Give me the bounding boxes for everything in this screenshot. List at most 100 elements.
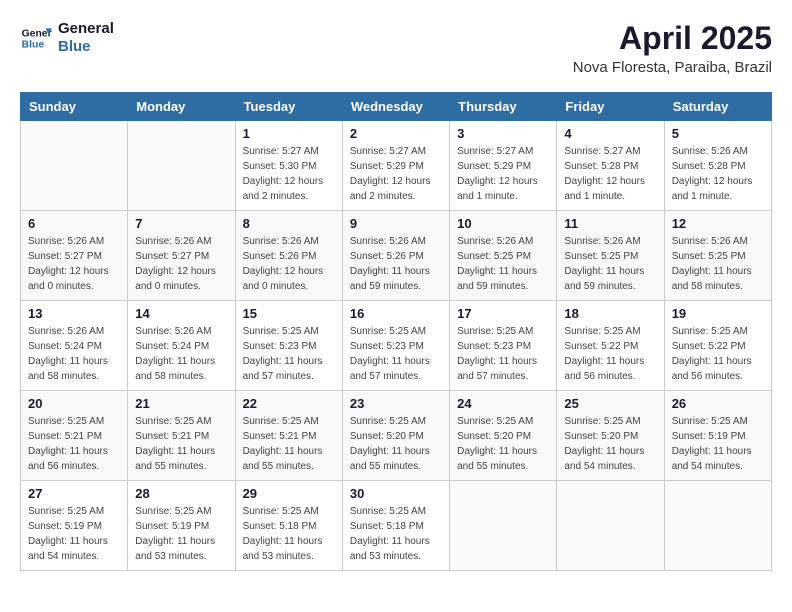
calendar-cell <box>128 121 235 211</box>
day-number: 25 <box>564 396 656 411</box>
day-info: Sunrise: 5:25 AM Sunset: 5:22 PM Dayligh… <box>564 324 656 384</box>
day-info: Sunrise: 5:26 AM Sunset: 5:27 PM Dayligh… <box>28 234 120 294</box>
title-block: April 2025 Nova Floresta, Paraiba, Brazi… <box>573 20 772 76</box>
day-number: 20 <box>28 396 120 411</box>
weekday-header-friday: Friday <box>557 93 664 121</box>
day-number: 19 <box>672 306 764 321</box>
calendar-cell: 13 Sunrise: 5:26 AM Sunset: 5:24 PM Dayli… <box>21 301 128 391</box>
day-number: 1 <box>243 126 335 141</box>
day-info: Sunrise: 5:25 AM Sunset: 5:22 PM Dayligh… <box>672 324 764 384</box>
calendar-week-row: 13 Sunrise: 5:26 AM Sunset: 5:24 PM Dayli… <box>21 301 772 391</box>
day-number: 21 <box>135 396 227 411</box>
calendar-cell: 22Sunrise: 5:25 AM Sunset: 5:21 PM Dayli… <box>235 391 342 481</box>
calendar-cell: 27Sunrise: 5:25 AM Sunset: 5:19 PM Dayli… <box>21 481 128 571</box>
day-number: 13 <box>28 306 120 321</box>
location-title: Nova Floresta, Paraiba, Brazil <box>573 59 772 76</box>
calendar-cell: 6 Sunrise: 5:26 AM Sunset: 5:27 PM Daylig… <box>21 211 128 301</box>
weekday-header-thursday: Thursday <box>450 93 557 121</box>
day-number: 5 <box>672 126 764 141</box>
calendar-cell: 30 Sunrise: 5:25 AM Sunset: 5:18 PM Dayli… <box>342 481 449 571</box>
day-number: 3 <box>457 126 549 141</box>
day-info: Sunrise: 5:26 AM Sunset: 5:26 PM Dayligh… <box>243 234 335 294</box>
day-info: Sunrise: 5:25 AM Sunset: 5:23 PM Dayligh… <box>457 324 549 384</box>
day-info: Sunrise: 5:25 AM Sunset: 5:23 PM Dayligh… <box>243 324 335 384</box>
calendar-cell <box>557 481 664 571</box>
calendar-cell: 26 Sunrise: 5:25 AM Sunset: 5:19 PM Dayli… <box>664 391 771 481</box>
day-info: Sunrise: 5:25 AM Sunset: 5:21 PM Dayligh… <box>243 414 335 474</box>
weekday-header-row: SundayMondayTuesdayWednesdayThursdayFrid… <box>21 93 772 121</box>
calendar-cell: 7 Sunrise: 5:26 AM Sunset: 5:27 PM Daylig… <box>128 211 235 301</box>
day-number: 30 <box>350 486 442 501</box>
day-info: Sunrise: 5:26 AM Sunset: 5:27 PM Dayligh… <box>135 234 227 294</box>
calendar-cell: 8 Sunrise: 5:26 AM Sunset: 5:26 PM Daylig… <box>235 211 342 301</box>
day-number: 7 <box>135 216 227 231</box>
calendar-cell: 21 Sunrise: 5:25 AM Sunset: 5:21 PM Dayli… <box>128 391 235 481</box>
day-info: Sunrise: 5:25 AM Sunset: 5:21 PM Dayligh… <box>28 414 120 474</box>
calendar-week-row: 20 Sunrise: 5:25 AM Sunset: 5:21 PM Dayli… <box>21 391 772 481</box>
calendar-cell: 17 Sunrise: 5:25 AM Sunset: 5:23 PM Dayli… <box>450 301 557 391</box>
day-info: Sunrise: 5:26 AM Sunset: 5:25 PM Dayligh… <box>457 234 549 294</box>
day-info: Sunrise: 5:25 AM Sunset: 5:19 PM Dayligh… <box>672 414 764 474</box>
day-info: Sunrise: 5:25 AM Sunset: 5:18 PM Dayligh… <box>350 504 442 564</box>
day-number: 16 <box>350 306 442 321</box>
day-info: Sunrise: 5:26 AM Sunset: 5:24 PM Dayligh… <box>28 324 120 384</box>
calendar-cell: 12Sunrise: 5:26 AM Sunset: 5:25 PM Dayli… <box>664 211 771 301</box>
weekday-header-monday: Monday <box>128 93 235 121</box>
day-number: 2 <box>350 126 442 141</box>
calendar-cell <box>664 481 771 571</box>
day-number: 11 <box>564 216 656 231</box>
day-info: Sunrise: 5:25 AM Sunset: 5:18 PM Dayligh… <box>243 504 335 564</box>
day-info: Sunrise: 5:27 AM Sunset: 5:28 PM Dayligh… <box>564 144 656 204</box>
calendar-cell: 4 Sunrise: 5:27 AM Sunset: 5:28 PM Daylig… <box>557 121 664 211</box>
day-number: 26 <box>672 396 764 411</box>
day-number: 23 <box>350 396 442 411</box>
calendar-week-row: 6 Sunrise: 5:26 AM Sunset: 5:27 PM Daylig… <box>21 211 772 301</box>
day-info: Sunrise: 5:26 AM Sunset: 5:24 PM Dayligh… <box>135 324 227 384</box>
calendar-cell: 28 Sunrise: 5:25 AM Sunset: 5:19 PM Dayli… <box>128 481 235 571</box>
calendar-table: SundayMondayTuesdayWednesdayThursdayFrid… <box>20 92 772 571</box>
month-title: April 2025 <box>573 20 772 57</box>
day-number: 17 <box>457 306 549 321</box>
weekday-header-tuesday: Tuesday <box>235 93 342 121</box>
calendar-cell: 1 Sunrise: 5:27 AM Sunset: 5:30 PM Daylig… <box>235 121 342 211</box>
calendar-cell: 9Sunrise: 5:26 AM Sunset: 5:26 PM Daylig… <box>342 211 449 301</box>
day-info: Sunrise: 5:26 AM Sunset: 5:26 PM Dayligh… <box>350 234 442 294</box>
day-number: 29 <box>243 486 335 501</box>
day-info: Sunrise: 5:27 AM Sunset: 5:30 PM Dayligh… <box>243 144 335 204</box>
day-info: Sunrise: 5:26 AM Sunset: 5:25 PM Dayligh… <box>564 234 656 294</box>
day-info: Sunrise: 5:25 AM Sunset: 5:21 PM Dayligh… <box>135 414 227 474</box>
calendar-cell: 25Sunrise: 5:25 AM Sunset: 5:20 PM Dayli… <box>557 391 664 481</box>
day-number: 6 <box>28 216 120 231</box>
weekday-header-sunday: Sunday <box>21 93 128 121</box>
day-number: 18 <box>564 306 656 321</box>
svg-text:Blue: Blue <box>22 40 45 51</box>
page-header: General Blue General Blue April 2025 Nov… <box>20 20 772 76</box>
day-info: Sunrise: 5:26 AM Sunset: 5:25 PM Dayligh… <box>672 234 764 294</box>
calendar-cell: 18 Sunrise: 5:25 AM Sunset: 5:22 PM Dayli… <box>557 301 664 391</box>
calendar-cell: 16 Sunrise: 5:25 AM Sunset: 5:23 PM Dayli… <box>342 301 449 391</box>
day-number: 4 <box>564 126 656 141</box>
calendar-cell: 10Sunrise: 5:26 AM Sunset: 5:25 PM Dayli… <box>450 211 557 301</box>
day-info: Sunrise: 5:27 AM Sunset: 5:29 PM Dayligh… <box>457 144 549 204</box>
calendar-cell: 19 Sunrise: 5:25 AM Sunset: 5:22 PM Dayli… <box>664 301 771 391</box>
calendar-cell: 29 Sunrise: 5:25 AM Sunset: 5:18 PM Dayli… <box>235 481 342 571</box>
day-number: 24 <box>457 396 549 411</box>
calendar-cell: 3 Sunrise: 5:27 AM Sunset: 5:29 PM Daylig… <box>450 121 557 211</box>
weekday-header-saturday: Saturday <box>664 93 771 121</box>
day-info: Sunrise: 5:26 AM Sunset: 5:28 PM Dayligh… <box>672 144 764 204</box>
logo-line1: General <box>58 20 114 38</box>
day-info: Sunrise: 5:25 AM Sunset: 5:19 PM Dayligh… <box>135 504 227 564</box>
calendar-cell: 14 Sunrise: 5:26 AM Sunset: 5:24 PM Dayli… <box>128 301 235 391</box>
weekday-header-wednesday: Wednesday <box>342 93 449 121</box>
calendar-cell <box>450 481 557 571</box>
calendar-cell: 24Sunrise: 5:25 AM Sunset: 5:20 PM Dayli… <box>450 391 557 481</box>
calendar-week-row: 1 Sunrise: 5:27 AM Sunset: 5:30 PM Daylig… <box>21 121 772 211</box>
day-info: Sunrise: 5:25 AM Sunset: 5:20 PM Dayligh… <box>350 414 442 474</box>
day-number: 15 <box>243 306 335 321</box>
day-number: 8 <box>243 216 335 231</box>
day-number: 28 <box>135 486 227 501</box>
calendar-cell <box>21 121 128 211</box>
day-number: 14 <box>135 306 227 321</box>
logo-icon: General Blue <box>20 22 52 54</box>
day-info: Sunrise: 5:25 AM Sunset: 5:23 PM Dayligh… <box>350 324 442 384</box>
